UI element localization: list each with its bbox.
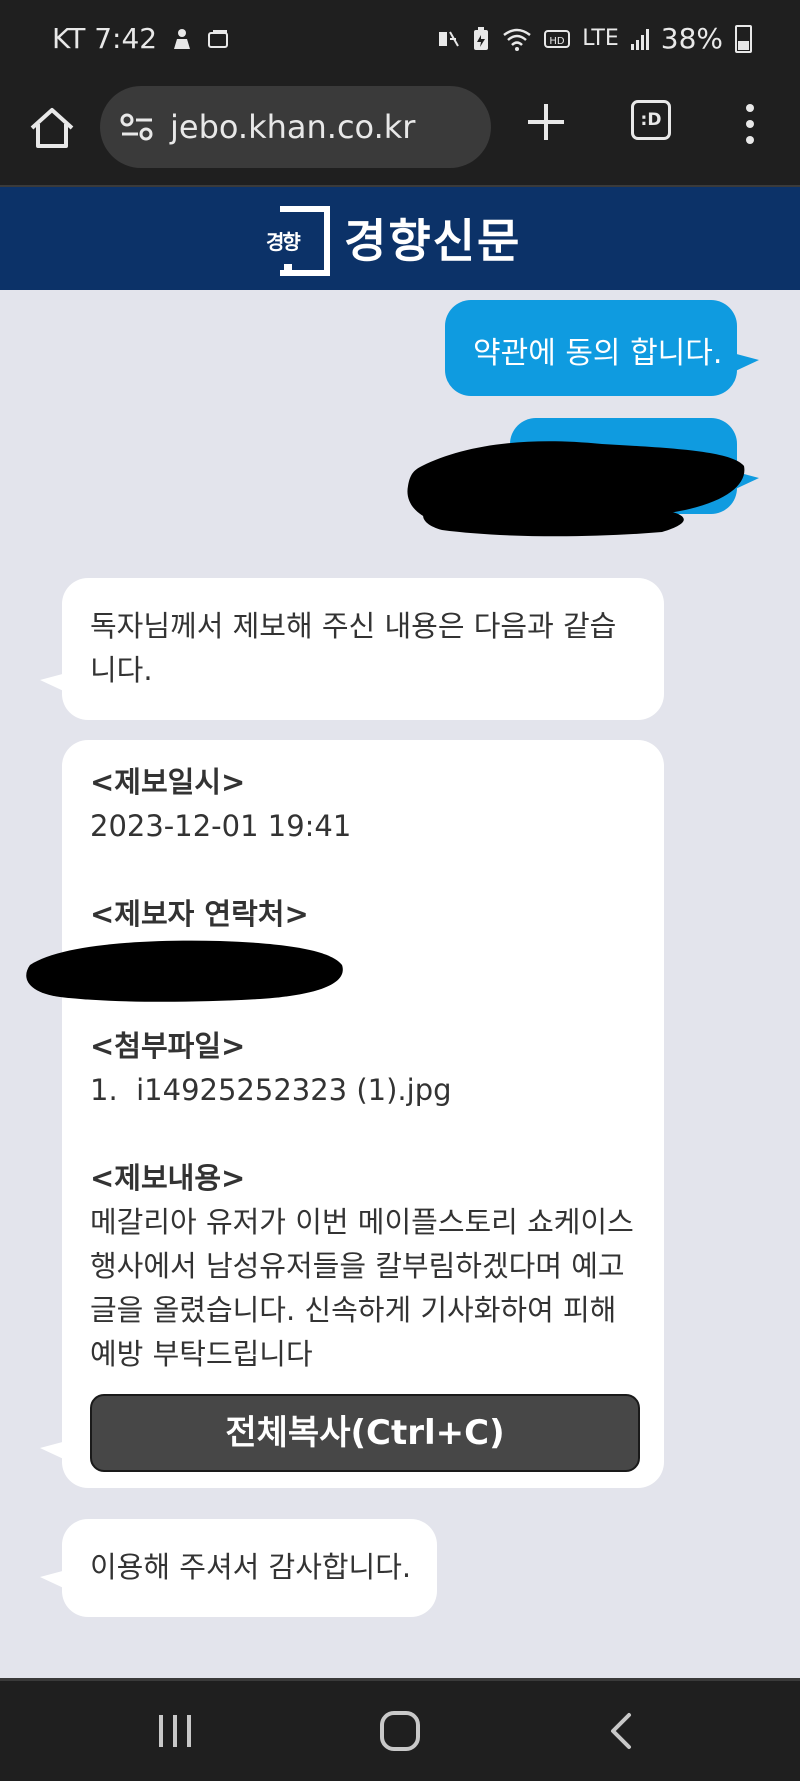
notification-icon (174, 28, 191, 49)
home-nav-icon[interactable] (378, 1709, 422, 1753)
closing-text: 이용해 주셔서 감사합니다. (90, 1550, 412, 1584)
browser-toolbar: jebo.khan.co.kr :D (0, 80, 800, 187)
address-bar[interactable]: jebo.khan.co.kr (100, 86, 491, 168)
intro-text: 독자님께서 제보해 주신 내용은 다음과 같습니다. (90, 609, 617, 687)
status-time: KT 7:42 (52, 22, 158, 55)
svg-text:HD: HD (550, 36, 566, 47)
site-header: 경향 경향신문 (0, 187, 800, 290)
status-bar: KT 7:42 HD LTE 38% (0, 0, 800, 80)
mute-icon (439, 31, 460, 46)
report-date-value: 2023-12-01 19:41 (90, 809, 352, 843)
bot-message-intro: 독자님께서 제보해 주신 내용은 다음과 같습니다. (40, 578, 664, 720)
logo-mark: 경향 (266, 206, 330, 276)
copy-all-button[interactable]: 전체복사(Ctrl+C) (90, 1394, 640, 1472)
more-menu-icon[interactable] (738, 102, 762, 146)
site-settings-icon[interactable] (118, 112, 156, 142)
site-logo[interactable]: 경향 경향신문 (266, 205, 522, 276)
bot-message-closing: 이용해 주셔서 감사합니다. (40, 1519, 437, 1617)
back-icon[interactable] (605, 1711, 639, 1751)
report-content-text: 메갈리아 유저가 이번 메이플스토리 쇼케이스 행사에서 남성유저들을 칼부림하… (90, 1205, 634, 1371)
wifi-icon (503, 28, 531, 51)
user-message-text: 약관에 동의 합니다. (473, 336, 723, 371)
battery-saver-icon (474, 26, 489, 50)
redaction-mark (407, 441, 745, 537)
user-message: 약관에 동의 합니다. (445, 300, 759, 396)
logo-text: 경향신문 (344, 214, 522, 268)
system-nav-bar (0, 1678, 800, 1781)
attachment-index: 1. (90, 1073, 118, 1107)
signal-icon (630, 28, 649, 50)
bot-message-report: <제보일시> 2023-12-01 19:41 <제보자 연락처> <첨부파일>… (40, 740, 664, 1488)
battery-percent: 38% (660, 22, 723, 55)
report-attachment-title: <첨부파일> (90, 1029, 246, 1063)
wallet-icon (208, 29, 229, 48)
network-type: LTE (582, 26, 619, 51)
tab-switcher-button[interactable]: :D (631, 100, 671, 140)
report-attachment-item: 1. i14925252323 (1).jpg (90, 1068, 638, 1112)
attachment-filename[interactable]: i14925252323 (1).jpg (136, 1073, 451, 1107)
battery-icon (735, 24, 752, 53)
new-tab-icon[interactable] (520, 96, 572, 148)
report-content-title: <제보내용> (90, 1161, 246, 1195)
url-text[interactable]: jebo.khan.co.kr (170, 108, 415, 146)
report-date-title: <제보일시> (90, 765, 246, 799)
report-contact-title: <제보자 연락처> (90, 897, 309, 931)
recent-apps-icon[interactable] (155, 1711, 195, 1751)
home-icon[interactable] (26, 102, 78, 154)
chat-area: 약관에 동의 합니다. 독자님께서 제보해 주신 내용은 다음과 같습니다. <… (0, 290, 800, 1675)
redaction-mark (26, 940, 343, 1002)
hd-icon: HD (544, 29, 571, 48)
